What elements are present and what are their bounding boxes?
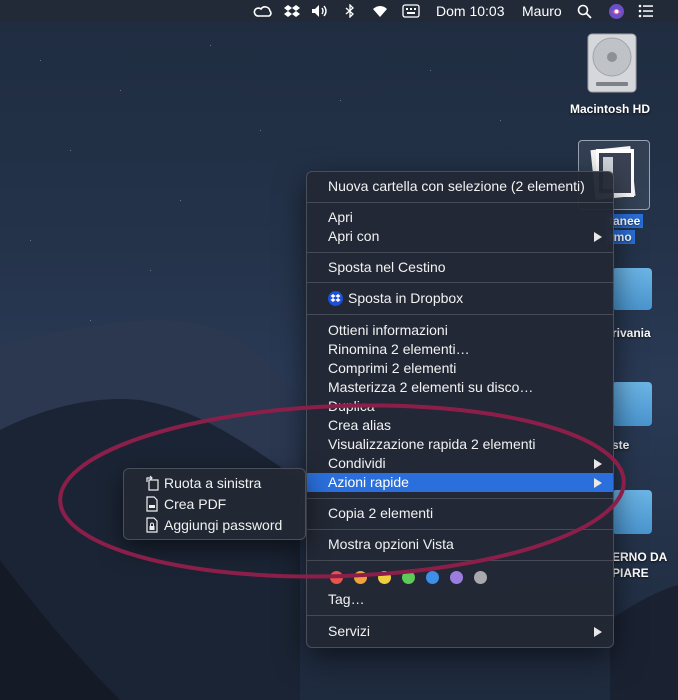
menu-item-label: Copia 2 elementi (328, 505, 434, 521)
menu-bar: Dom 10:03 Mauro (0, 0, 678, 22)
menu-item-show-view-options[interactable]: Mostra opzioni Vista (307, 535, 613, 554)
pdf-icon (146, 496, 158, 512)
keyboard-icon[interactable] (402, 3, 420, 19)
menu-item-label: Apri con (328, 228, 380, 244)
menu-item-make-alias[interactable]: Crea alias (307, 416, 613, 435)
hard-drive-icon (587, 33, 637, 93)
menu-item-quick-actions[interactable]: Azioni rapide (307, 473, 613, 492)
menu-item-label: Apri (328, 209, 353, 225)
menu-item-get-info[interactable]: Ottieni informazioni (307, 321, 613, 340)
desktop-icon-label: ste (612, 438, 630, 452)
menu-item-share[interactable]: Condividi (307, 454, 613, 473)
menu-item-label: Masterizza 2 elementi su disco… (328, 379, 534, 395)
menu-item-move-to-trash[interactable]: Sposta nel Cestino (307, 258, 613, 277)
menu-item-label: Visualizzazione rapida 2 elementi (328, 436, 536, 452)
menu-item-duplicate[interactable]: Duplica (307, 397, 613, 416)
dropbox-icon[interactable] (283, 3, 301, 19)
user-name[interactable]: Mauro (522, 0, 562, 22)
menu-item-label: Rinomina 2 elementi… (328, 341, 470, 357)
menu-item-label: Servizi (328, 623, 371, 639)
menu-item-label: Condividi (328, 455, 386, 471)
tag-gray-dot[interactable] (474, 571, 487, 584)
menu-separator (307, 314, 613, 315)
menu-separator (307, 202, 613, 203)
menu-separator (307, 282, 613, 283)
folder-icon (612, 382, 652, 426)
wifi-icon[interactable] (370, 3, 390, 19)
tag-green-dot[interactable] (402, 571, 415, 584)
menu-item-label: Comprimi 2 elementi (328, 360, 457, 376)
submenu-arrow-icon (594, 627, 602, 637)
submenu-item-create-pdf[interactable]: Crea PDF (124, 494, 305, 514)
creative-cloud-icon[interactable] (253, 3, 273, 19)
menu-separator (307, 615, 613, 616)
tag-orange-dot[interactable] (354, 571, 367, 584)
menu-item-open[interactable]: Apri (307, 208, 613, 227)
menu-item-rename[interactable]: Rinomina 2 elementi… (307, 340, 613, 359)
menu-item-compress[interactable]: Comprimi 2 elementi (307, 359, 613, 378)
menu-item-label: Ottieni informazioni (328, 322, 448, 338)
menu-item-tags[interactable]: Tag… (307, 590, 613, 609)
dropbox-icon (328, 291, 343, 306)
desktop-icon-label: PIARE (612, 566, 649, 580)
menu-separator (307, 498, 613, 499)
menu-item-open-with[interactable]: Apri con (307, 227, 613, 246)
submenu-arrow-icon (594, 459, 602, 469)
submenu-arrow-icon (594, 232, 602, 242)
notification-center-icon[interactable] (637, 3, 655, 19)
siri-icon[interactable] (607, 3, 625, 19)
tag-red-dot[interactable] (330, 571, 343, 584)
menu-item-label: Crea alias (328, 417, 392, 433)
quick-actions-submenu: Ruota a sinistra Crea PDF Aggiungi passw… (123, 468, 306, 540)
menu-item-services[interactable]: Servizi (307, 622, 613, 641)
menu-separator (307, 560, 613, 561)
folder-icon (612, 490, 652, 534)
search-icon[interactable] (576, 3, 592, 19)
menu-item-label: Mostra opzioni Vista (328, 536, 454, 552)
volume-icon[interactable] (311, 3, 329, 19)
submenu-item-label: Crea PDF (164, 496, 227, 512)
submenu-item-add-password[interactable]: Aggiungi password (124, 515, 305, 535)
clock[interactable]: Dom 10:03 (436, 0, 504, 22)
menu-item-move-to-dropbox[interactable]: Sposta in Dropbox (307, 289, 613, 308)
submenu-item-rotate-left[interactable]: Ruota a sinistra (124, 473, 305, 493)
folder-icon (612, 268, 652, 310)
desktop-icon-label: ERNO DA (612, 550, 668, 564)
menu-item-label: Azioni rapide (328, 474, 409, 490)
tag-yellow-dot[interactable] (378, 571, 391, 584)
tag-purple-dot[interactable] (450, 571, 463, 584)
menu-item-label: Nuova cartella con selezione (2 elementi… (328, 178, 585, 194)
menu-item-label: Duplica (328, 398, 375, 414)
submenu-item-label: Ruota a sinistra (164, 475, 262, 491)
rotate-left-icon (146, 475, 159, 491)
lock-document-icon (146, 517, 158, 533)
menu-separator (307, 529, 613, 530)
menu-item-quick-look[interactable]: Visualizzazione rapida 2 elementi (307, 435, 613, 454)
tag-blue-dot[interactable] (426, 571, 439, 584)
menu-item-label: Sposta nel Cestino (328, 259, 446, 275)
desktop-icon-label: Macintosh HD (570, 102, 651, 116)
submenu-arrow-icon (594, 478, 602, 488)
menu-item-label: Tag… (328, 591, 365, 607)
menu-item-new-folder-with-selection[interactable]: Nuova cartella con selezione (2 elementi… (307, 177, 613, 196)
menu-item-label: Sposta in Dropbox (348, 290, 464, 306)
desktop-icon-label: rivania (612, 326, 651, 340)
menu-item-copy[interactable]: Copia 2 elementi (307, 504, 613, 523)
submenu-item-label: Aggiungi password (164, 517, 283, 533)
bluetooth-icon[interactable] (343, 3, 357, 19)
menu-item-burn[interactable]: Masterizza 2 elementi su disco… (307, 378, 613, 397)
menu-separator (307, 252, 613, 253)
